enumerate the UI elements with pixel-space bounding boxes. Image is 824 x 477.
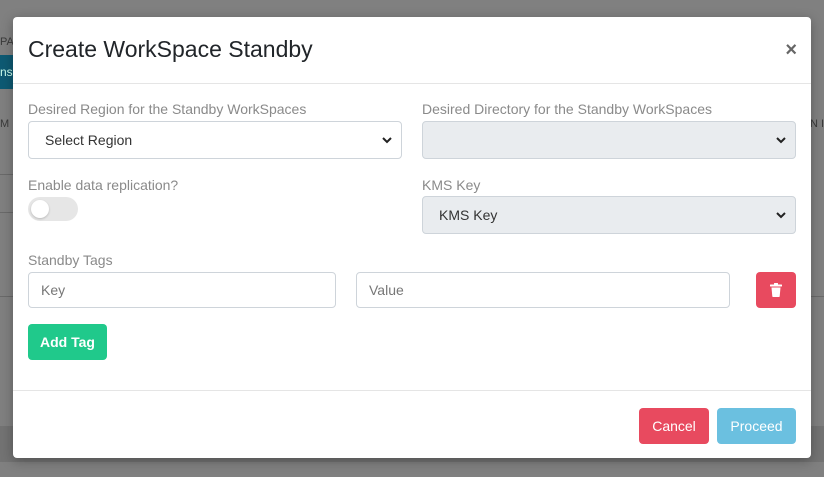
chevron-down-icon: [776, 137, 786, 144]
background-divider: [0, 296, 14, 297]
directory-select[interactable]: [422, 121, 796, 159]
kms-key-label: KMS Key: [422, 177, 481, 193]
region-label: Desired Region for the Standby WorkSpace…: [28, 101, 307, 117]
proceed-button[interactable]: Proceed: [717, 408, 796, 444]
kms-key-select-value: KMS Key: [439, 207, 498, 223]
standby-tags-label: Standby Tags: [28, 252, 113, 268]
replication-toggle[interactable]: [28, 197, 78, 221]
region-select[interactable]: Select Region: [28, 121, 402, 159]
replication-label: Enable data replication?: [28, 177, 179, 193]
chevron-down-icon: [776, 212, 786, 219]
modal-title: Create WorkSpace Standby: [28, 36, 313, 62]
modal-header: Create WorkSpace Standby ×: [13, 17, 811, 84]
background-divider: [810, 296, 824, 297]
modal-footer: Cancel Proceed: [13, 390, 811, 458]
background-right-fragment: N I: [809, 118, 824, 130]
trash-icon: [770, 283, 782, 297]
tag-value-placeholder: Value: [369, 282, 404, 298]
create-standby-modal: Create WorkSpace Standby × Desired Regio…: [13, 17, 811, 458]
background-divider: [0, 212, 14, 213]
add-tag-button[interactable]: Add Tag: [28, 324, 107, 360]
background-divider: [0, 174, 14, 175]
toggle-knob: [31, 200, 49, 218]
background-left-fragment: M: [0, 118, 10, 130]
chevron-down-icon: [382, 137, 392, 144]
close-button[interactable]: ×: [785, 38, 797, 62]
cancel-button[interactable]: Cancel: [639, 408, 709, 444]
tag-value-input[interactable]: Value: [356, 272, 730, 308]
background-button-fragment: ns: [0, 55, 14, 89]
tag-key-input[interactable]: Key: [28, 272, 336, 308]
background-tab-fragment: PA: [0, 36, 14, 48]
region-select-value: Select Region: [45, 132, 133, 148]
tag-key-placeholder: Key: [41, 282, 66, 298]
directory-label: Desired Directory for the Standby WorkSp…: [422, 101, 712, 117]
kms-key-select[interactable]: KMS Key: [422, 196, 796, 234]
delete-tag-button[interactable]: [756, 272, 796, 308]
